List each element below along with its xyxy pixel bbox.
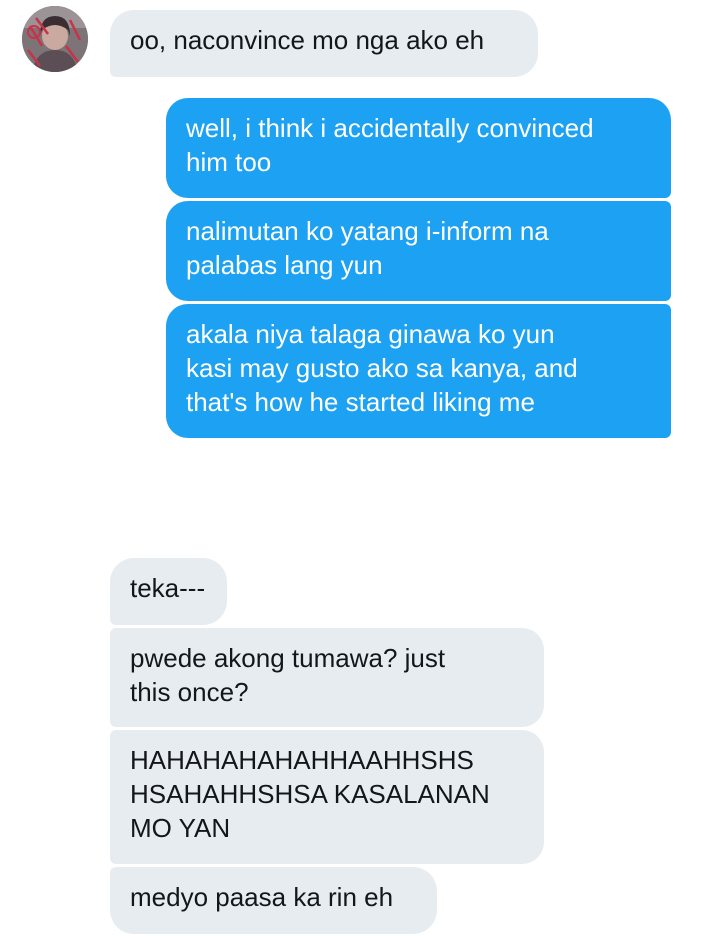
message-bubble-outgoing[interactable]: well, i think i accidentally convinced h… bbox=[166, 98, 671, 198]
message-bubble-incoming[interactable]: pwede akong tumawa? just this once? bbox=[110, 628, 544, 727]
avatar-photo-icon bbox=[22, 6, 88, 72]
message-bubble-outgoing[interactable]: akala niya talaga ginawa ko yun kasi may… bbox=[166, 304, 671, 438]
message-bubble-incoming[interactable]: HAHAHAHAHAHHAAHHSHS HSAHAHHSHSA KASALANA… bbox=[110, 730, 544, 864]
message-bubble-incoming[interactable]: oo, naconvince mo nga ako eh bbox=[110, 10, 538, 77]
message-bubble-incoming[interactable]: teka--- bbox=[110, 558, 227, 625]
contact-avatar[interactable] bbox=[22, 6, 88, 72]
message-bubble-outgoing[interactable]: nalimutan ko yatang i-inform na palabas … bbox=[166, 201, 671, 301]
message-bubble-incoming[interactable]: medyo paasa ka rin eh bbox=[110, 867, 437, 934]
